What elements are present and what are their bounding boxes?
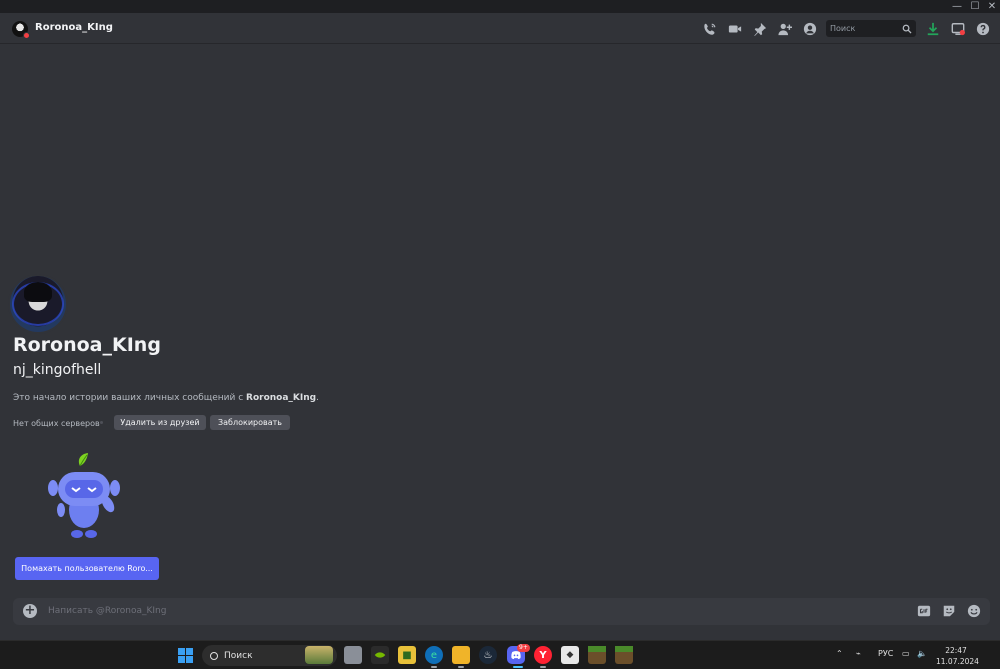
language-indicator[interactable]: РУС bbox=[878, 649, 893, 658]
yandex-active-indicator bbox=[540, 666, 546, 668]
profile-username: nj_kingofhell bbox=[13, 362, 102, 378]
minecraft-icon[interactable] bbox=[588, 646, 606, 664]
taskbar-clock[interactable]: 22:47 11.07.2024 bbox=[936, 645, 979, 667]
block-button[interactable]: Заблокировать bbox=[210, 415, 290, 430]
maximize-button[interactable]: ☐ bbox=[966, 0, 984, 13]
taskbar-search-label: Поиск bbox=[224, 650, 253, 661]
intro-prefix: Это начало истории ваших личных сообщени… bbox=[13, 393, 247, 403]
emoji-icon[interactable] bbox=[967, 604, 981, 618]
message-area bbox=[0, 45, 1000, 597]
remove-friend-button[interactable]: Удалить из друзей bbox=[114, 415, 206, 430]
steam-icon[interactable]: ♨ bbox=[479, 646, 497, 664]
profile-avatar[interactable] bbox=[10, 276, 66, 332]
clock-time: 22:47 bbox=[945, 646, 967, 655]
minimize-button[interactable]: — bbox=[948, 0, 966, 13]
window-titlebar: — ☐ ✕ bbox=[0, 0, 1000, 13]
task-view-icon[interactable] bbox=[344, 646, 362, 664]
nvidia-icon[interactable] bbox=[371, 646, 389, 664]
pin-icon[interactable] bbox=[752, 21, 768, 37]
add-friend-icon[interactable] bbox=[777, 21, 793, 37]
search-icon bbox=[902, 24, 912, 34]
help-icon[interactable] bbox=[975, 21, 991, 37]
intro-suffix: . bbox=[316, 393, 319, 403]
clock-date: 11.07.2024 bbox=[936, 657, 979, 666]
roblox-icon[interactable]: ◆ bbox=[561, 646, 579, 664]
channel-header: Roronoa_KIng Поиск bbox=[0, 13, 1000, 44]
edge-browser-icon[interactable]: e bbox=[425, 646, 443, 664]
download-icon[interactable] bbox=[925, 21, 941, 37]
edge-active-indicator bbox=[431, 666, 437, 668]
dm-intro-text: Это начало истории ваших личных сообщени… bbox=[13, 393, 319, 403]
add-attachment-icon[interactable]: + bbox=[23, 604, 37, 618]
sticker-icon[interactable] bbox=[942, 604, 956, 618]
yandex-browser-icon[interactable]: Y bbox=[534, 646, 552, 664]
volume-icon[interactable]: 🔈 bbox=[917, 649, 927, 658]
header-username[interactable]: Roronoa_KIng bbox=[35, 22, 113, 33]
search-placeholder: Поиск bbox=[830, 24, 856, 33]
user-profile-icon[interactable] bbox=[802, 21, 818, 37]
display-icon[interactable]: ▭ bbox=[902, 649, 910, 658]
search-icon bbox=[210, 651, 218, 660]
dnd-status-icon bbox=[23, 32, 30, 39]
windows-start-icon[interactable] bbox=[178, 648, 193, 663]
wave-to-user-button[interactable]: Помахать пользователю Roro... bbox=[15, 557, 159, 580]
video-call-icon[interactable] bbox=[727, 21, 743, 37]
minecraft-launcher-icon[interactable] bbox=[615, 646, 633, 664]
tray-overflow-icon[interactable]: ⌃ bbox=[836, 649, 843, 658]
search-highlight-icon bbox=[305, 646, 333, 664]
discord-active-indicator bbox=[513, 666, 523, 668]
file-manager-icon[interactable]: ■ bbox=[398, 646, 416, 664]
discord-notification-badge: 9+ bbox=[517, 644, 530, 652]
gif-icon[interactable] bbox=[917, 604, 931, 618]
message-composer[interactable]: + Написать @Roronoa_KIng bbox=[13, 598, 990, 625]
inbox-icon[interactable] bbox=[950, 21, 966, 37]
windows-taskbar: Поиск ■ e ♨ 9+ Y ◆ ⌃ ⌁ РУС ▭ 🔈 22:47 11.… bbox=[0, 640, 1000, 669]
profile-display-name: Roronoa_KIng bbox=[13, 334, 161, 356]
search-input[interactable]: Поиск bbox=[826, 20, 916, 37]
avatar-image bbox=[24, 282, 52, 302]
mutual-servers-text: Нет общих серверов bbox=[13, 419, 100, 428]
phone-call-icon[interactable] bbox=[702, 21, 718, 37]
intro-username: Roronoa_KIng bbox=[246, 393, 317, 403]
close-window-button[interactable]: ✕ bbox=[983, 0, 1000, 13]
explorer-active-indicator bbox=[458, 666, 464, 668]
wumpus-wave-illustration bbox=[48, 453, 120, 538]
explorer-icon[interactable] bbox=[452, 646, 470, 664]
network-icon[interactable]: ⌁ bbox=[856, 649, 861, 658]
message-input-placeholder: Написать @Roronoa_KIng bbox=[48, 606, 167, 616]
separator-dot bbox=[100, 421, 103, 424]
